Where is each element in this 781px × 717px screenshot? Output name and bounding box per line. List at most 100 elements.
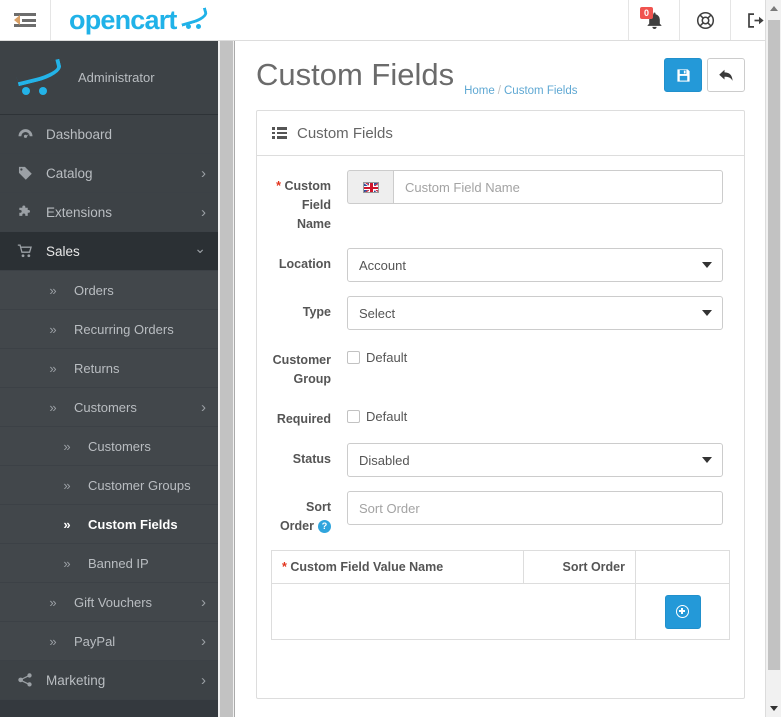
sidebar-item-returns[interactable]: Returns	[0, 349, 218, 388]
sidebar-collapse-icon	[14, 13, 36, 27]
add-value-row-button[interactable]	[664, 594, 701, 629]
form-row-location: Location Account	[271, 248, 730, 282]
sidebar-item-gift-vouchers[interactable]: Gift Vouchers	[0, 583, 218, 622]
sidebar-item-label: Customers	[88, 438, 151, 454]
chevron-right-icon	[201, 399, 206, 416]
chevron-right-icon	[201, 594, 206, 611]
sidebar-item-extensions[interactable]: Extensions	[0, 193, 218, 232]
sidebar-item-paypal[interactable]: PayPal	[0, 622, 218, 661]
back-arrow-icon	[719, 69, 733, 81]
puzzle-icon	[14, 205, 36, 219]
label-type: Type	[302, 305, 331, 319]
sidebar-item-label: Returns	[74, 360, 120, 376]
sidebar-item-dashboard[interactable]: Dashboard	[0, 115, 218, 154]
type-selected-value: Select	[359, 305, 396, 321]
required-checkbox-label: Default	[366, 409, 408, 424]
breadcrumb-home-link[interactable]: Home	[464, 85, 495, 97]
control-location: Account	[347, 248, 730, 282]
form-row-type: Type Select	[271, 296, 730, 330]
chevron-right-icon	[201, 633, 206, 650]
table-empty-cell	[271, 583, 636, 640]
label-location: Location	[278, 257, 331, 271]
sidebar-item-orders[interactable]: Orders	[0, 271, 218, 310]
required-checkbox[interactable]	[347, 410, 360, 423]
language-flag-addon	[347, 170, 393, 204]
avatar	[14, 58, 68, 95]
chevron-right-icon	[201, 672, 206, 689]
brand-text: opencart	[69, 4, 177, 35]
cart-icon	[14, 244, 36, 258]
chevron-right-icon	[201, 204, 206, 221]
chevron-down-icon	[702, 310, 712, 316]
save-button[interactable]	[664, 58, 702, 92]
form-row-custom-field-name: * Custom Field Name	[271, 170, 730, 234]
panel-body: * Custom Field Name Custom Field Name Lo…	[257, 156, 744, 640]
control-sort-order	[347, 491, 730, 536]
status-select[interactable]: Disabled	[347, 443, 723, 477]
location-select[interactable]: Account	[347, 248, 723, 282]
sidebar-item-sales[interactable]: Sales	[0, 232, 218, 271]
sidebar-item-custom-fields[interactable]: Custom Fields	[0, 505, 218, 544]
back-button[interactable]	[707, 58, 745, 92]
label-customer-group: Customer Group	[272, 353, 331, 386]
cart-logo-icon	[178, 7, 210, 31]
panel-title: Custom Fields	[297, 124, 393, 142]
dashboard-icon	[14, 128, 36, 141]
label-status: Status	[292, 452, 331, 466]
page-scrollbar[interactable]	[765, 0, 781, 717]
angle-icon	[42, 361, 64, 376]
custom-field-name-input[interactable]	[393, 170, 723, 204]
notifications-button[interactable]: 0	[628, 0, 679, 40]
sidebar-scrollbar-thumb[interactable]	[220, 41, 233, 717]
required-checkbox-row[interactable]: Default	[347, 403, 730, 424]
sidebar-item-label: Orders	[74, 282, 114, 298]
help-support-button[interactable]	[679, 0, 730, 40]
content-area: Custom Fields Home / Custom Fields Custo…	[236, 41, 765, 717]
form-row-required: Required Default	[271, 403, 730, 429]
customer-group-checkbox[interactable]	[347, 351, 360, 364]
customer-group-checkbox-row[interactable]: Default	[347, 344, 730, 365]
breadcrumb-separator: /	[497, 85, 501, 97]
control-custom-field-name	[347, 170, 730, 234]
notification-count-badge: 0	[640, 7, 654, 19]
page-scrollbar-thumb[interactable]	[768, 20, 780, 670]
required-marker: *	[282, 560, 287, 574]
sidebar-item-label: Banned IP	[88, 555, 149, 571]
label-custom-field-name: * Custom Field Name	[271, 170, 347, 234]
angle-icon	[56, 439, 78, 454]
sidebar-toggle-button[interactable]	[0, 0, 51, 40]
sidebar-item-marketing[interactable]: Marketing	[0, 661, 218, 700]
sidebar-item-label: Custom Fields	[88, 516, 178, 532]
chevron-down-icon	[702, 262, 712, 268]
sidebar-item-customers[interactable]: Customers	[0, 388, 218, 427]
form-row-sort-order: Sort Order?	[271, 491, 730, 536]
sidebar-item-recurring-orders[interactable]: Recurring Orders	[0, 310, 218, 349]
breadcrumb-current-link[interactable]: Custom Fields	[504, 85, 578, 97]
help-icon[interactable]: ?	[318, 520, 331, 534]
type-select[interactable]: Select	[347, 296, 723, 330]
label-required: Required	[276, 412, 331, 426]
column-header-text: Custom Field Value Name	[290, 560, 444, 574]
sidebar-item-customer-groups[interactable]: Customer Groups	[0, 466, 218, 505]
location-selected-value: Account	[359, 257, 406, 273]
sidebar-item-label: Gift Vouchers	[74, 594, 153, 610]
custom-field-name-group	[347, 170, 723, 204]
angle-icon	[42, 283, 64, 298]
column-header-sort-order: Sort Order	[523, 550, 636, 584]
share-icon	[14, 673, 36, 687]
top-header-bar: opencart 0	[0, 0, 781, 41]
profile-header[interactable]: Administrator	[0, 41, 218, 115]
scroll-up-button[interactable]	[766, 0, 781, 17]
sidebar-item-customers[interactable]: Customers	[0, 427, 218, 466]
opencart-logo[interactable]: opencart	[51, 0, 228, 40]
sort-order-input[interactable]	[347, 491, 723, 525]
scroll-down-button[interactable]	[766, 700, 781, 717]
sidebar-scrollbar[interactable]	[218, 41, 235, 717]
table-footer-row	[271, 583, 730, 640]
sidebar-item-catalog[interactable]: Catalog	[0, 154, 218, 193]
angle-icon	[56, 478, 78, 493]
sidebar-item-banned-ip[interactable]: Banned IP	[0, 544, 218, 583]
chevron-down-icon	[702, 457, 712, 463]
angle-icon	[42, 595, 64, 610]
form-row-status: Status Disabled	[271, 443, 730, 477]
